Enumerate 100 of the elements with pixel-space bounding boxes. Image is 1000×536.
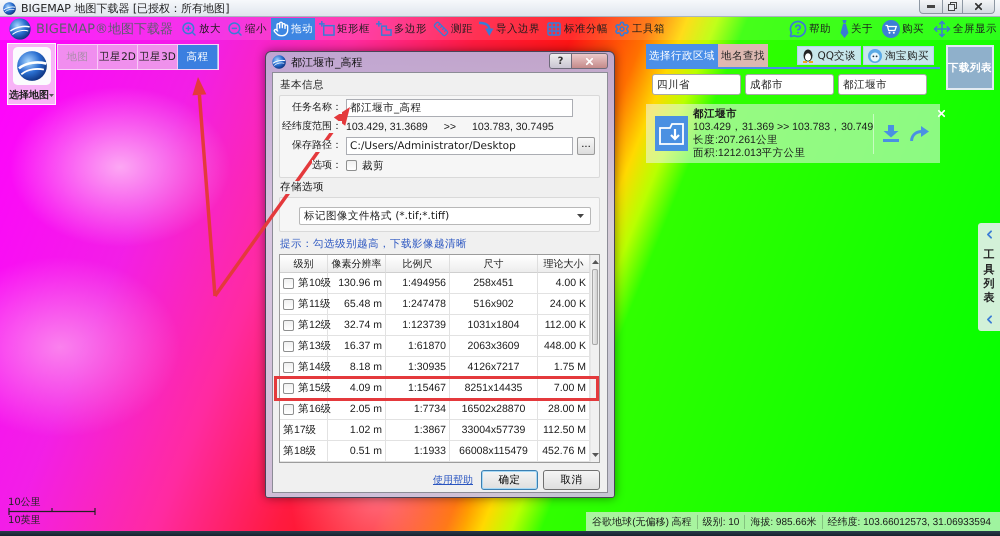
scale-label: 10公里: [8, 497, 42, 508]
globe-icon: [3, 2, 16, 14]
status-text: 经纬度: 103.66012573, 31.06933594: [822, 514, 996, 528]
checkbox-label: 裁剪: [362, 158, 384, 172]
contact-button[interactable]: 淘宝购买: [863, 46, 934, 65]
region-field[interactable]: 成都市: [745, 74, 834, 95]
help-link[interactable]: 使用帮助: [433, 473, 473, 487]
help-button[interactable]: ?: [549, 53, 572, 69]
minimize-icon: [927, 5, 935, 8]
checkbox[interactable]: [283, 320, 294, 330]
table-cell: 2063x3609: [468, 340, 520, 352]
table-cell: 1.02 m: [350, 424, 382, 436]
share-icon[interactable]: [910, 126, 930, 141]
close-button[interactable]: [963, 0, 995, 14]
restore-icon: [948, 2, 957, 11]
toolbar-button[interactable]: 导入边界: [477, 18, 542, 40]
dialog-button[interactable]: 确定: [481, 470, 538, 490]
table-cell: 448.00 K: [544, 340, 586, 352]
table-cell: 4.00 K: [556, 277, 586, 289]
checkbox[interactable]: [283, 298, 294, 310]
browse-button[interactable]: ...: [577, 137, 595, 155]
contact-button[interactable]: QQ交谈: [797, 46, 861, 65]
toolbar-button[interactable]: 测距: [431, 18, 475, 40]
region-field[interactable]: 四川省: [652, 74, 741, 95]
checkbox[interactable]: [283, 404, 294, 414]
region-tab[interactable]: 地名查找: [718, 44, 768, 67]
scale-label: 10英里: [8, 515, 42, 526]
format-dropdown[interactable]: 标记图像文件格式 (*.tif;*.tiff): [299, 207, 591, 225]
checkbox[interactable]: [346, 160, 357, 171]
checkbox[interactable]: [283, 362, 294, 372]
table-cell: 65.48 m: [344, 298, 382, 310]
column-header: 级别: [280, 255, 328, 273]
map-type-tab[interactable]: 高程: [178, 45, 218, 69]
table-cell: 112.50 M: [543, 424, 586, 436]
table-cell: 24.00 K: [550, 298, 586, 310]
download-icon[interactable]: [882, 125, 900, 142]
table-cell: 1:494956: [402, 277, 446, 289]
toolbar-button[interactable]: 全屏显示: [931, 18, 999, 40]
toolbar-button[interactable]: 工具箱: [612, 18, 667, 40]
grid-icon: [546, 20, 562, 36]
toolbar-button[interactable]: 关于: [838, 18, 875, 40]
map-type-tab[interactable]: 卫星2D: [98, 45, 138, 69]
gear-icon: [614, 20, 630, 36]
caret-down-icon: [577, 214, 584, 218]
region-field[interactable]: 都江堰市: [838, 74, 927, 95]
checkbox[interactable]: [283, 382, 294, 394]
section-heading: 存储选项: [280, 181, 324, 194]
table-cell: 8.18 m: [350, 361, 382, 373]
column-header: 尺寸: [450, 255, 538, 273]
toolbar-button[interactable]: 标准分幅: [544, 18, 610, 40]
table-cell: 1:1933: [414, 445, 446, 457]
side-panel-tab[interactable]: 工具列表: [978, 223, 1000, 331]
region-range: 103.429，31.369 >> 103.783，30.749: [693, 120, 874, 134]
table-cell: 4.09 m: [350, 382, 382, 394]
window-title: BIGEMAP 地图下载器 [已授权：所有地图]: [21, 0, 230, 16]
toolbar-button[interactable]: 多边形: [374, 18, 429, 40]
dialog-button[interactable]: 取消: [543, 470, 600, 490]
toolbar-button[interactable]: 购买: [880, 18, 926, 40]
map-picker-button[interactable]: 选择地图: [7, 43, 56, 105]
folder-download-icon[interactable]: [655, 116, 688, 151]
app-logo: BIGEMAP®地图下载器: [36, 20, 173, 38]
hint-text: 提示：勾选级别越高，下载影像越清晰: [280, 238, 468, 251]
caret-down-icon: [592, 453, 598, 457]
dialog-title: 都江堰市_高程: [291, 54, 362, 70]
toolbar-button[interactable]: 放大: [179, 18, 223, 40]
table-cell: 7.00 M: [554, 382, 586, 394]
polygon-icon: [376, 21, 392, 36]
table-cell: 第17级: [283, 423, 317, 437]
table-cell: 1:61870: [408, 340, 446, 352]
task-name-field[interactable]: 都江堰市_高程: [346, 99, 573, 117]
toolbar-button[interactable]: 矩形框: [317, 18, 372, 40]
field-label: 经纬度范围：: [282, 121, 342, 133]
table-cell: 4126x7217: [468, 361, 520, 373]
globe-logo-icon: [9, 18, 31, 40]
region-length: 长度:207.261公里: [693, 134, 778, 146]
toolbar-button[interactable]: 缩小: [225, 18, 269, 40]
close-button[interactable]: [572, 53, 608, 69]
tie-icon: [840, 20, 849, 38]
scrollbar-thumb[interactable]: [592, 269, 598, 345]
column-header: 理论大小: [538, 255, 590, 273]
scrollbar[interactable]: [590, 255, 599, 462]
close-icon: [973, 1, 984, 12]
table-cell: 16502x28870: [462, 403, 526, 415]
table-cell: 0.51 m: [350, 445, 382, 457]
table-cell: 1:247478: [402, 298, 446, 310]
table-cell: 第14级: [298, 360, 332, 374]
toolbar-button[interactable]: 拖动: [271, 18, 315, 40]
restore-button[interactable]: [943, 0, 963, 14]
minimize-button[interactable]: [919, 0, 943, 14]
table-cell: 452.76 M: [542, 445, 586, 457]
table-cell: 8251x14435: [464, 382, 522, 394]
checkbox[interactable]: [283, 340, 294, 352]
table-cell: 第11级: [298, 297, 331, 311]
save-path-field[interactable]: C:/Users/Administrator/Desktop: [346, 137, 573, 155]
cart-icon: [882, 20, 900, 38]
field-label: 任务名称：: [292, 102, 342, 114]
toolbar-button[interactable]: 帮助: [787, 18, 833, 40]
checkbox[interactable]: [283, 278, 294, 288]
section-heading: 基本信息: [280, 79, 324, 92]
column-header: 像素分辨率: [328, 255, 386, 273]
